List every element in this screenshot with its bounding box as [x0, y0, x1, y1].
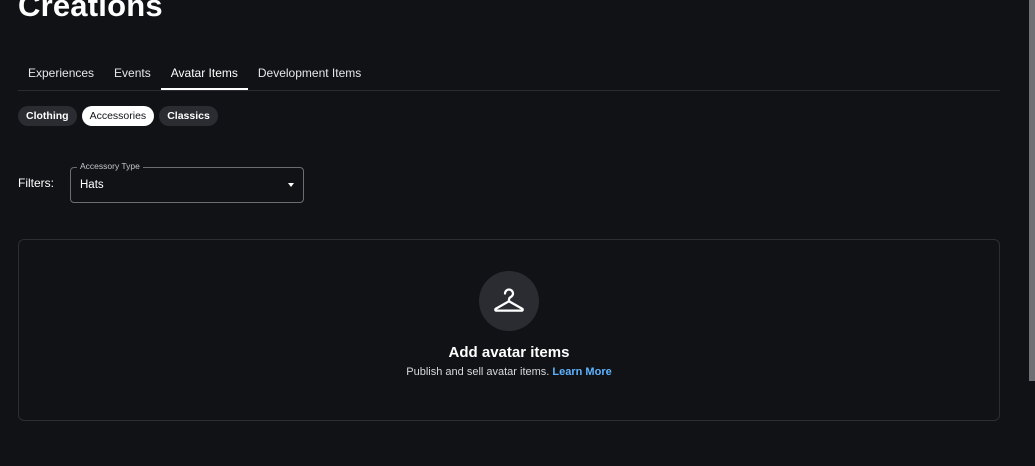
chip-classics[interactable]: Classics — [159, 106, 218, 126]
accessory-type-value: Hats — [80, 179, 104, 191]
empty-state-description: Publish and sell avatar items. Learn Mor… — [19, 366, 999, 378]
dropdown-caret-icon — [288, 183, 294, 187]
chip-accessories[interactable]: Accessories — [82, 106, 155, 126]
accessory-type-select[interactable]: Accessory Type Hats — [70, 167, 304, 203]
chip-clothing[interactable]: Clothing — [18, 106, 77, 126]
tab-development-items[interactable]: Development Items — [248, 57, 371, 90]
creations-page: Creations Experiences Events Avatar Item… — [0, 0, 1035, 466]
tab-avatar-items[interactable]: Avatar Items — [161, 57, 248, 90]
tab-experiences[interactable]: Experiences — [18, 57, 104, 90]
empty-avatar-items-panel: Add avatar items Publish and sell avatar… — [18, 239, 1000, 421]
empty-state-heading: Add avatar items — [19, 344, 999, 361]
learn-more-link[interactable]: Learn More — [552, 366, 611, 378]
tab-events[interactable]: Events — [104, 57, 161, 90]
empty-state-text: Publish and sell avatar items. — [406, 366, 549, 378]
avatar-category-chips: Clothing Accessories Classics — [18, 106, 218, 126]
hanger-icon — [479, 271, 539, 331]
filters-label: Filters: — [18, 176, 54, 190]
page-title: Creations — [18, 0, 163, 24]
accessory-type-label: Accessory Type — [77, 161, 143, 171]
vertical-scrollbar[interactable] — [1029, 0, 1035, 381]
creation-tabs: Experiences Events Avatar Items Developm… — [18, 57, 1000, 91]
